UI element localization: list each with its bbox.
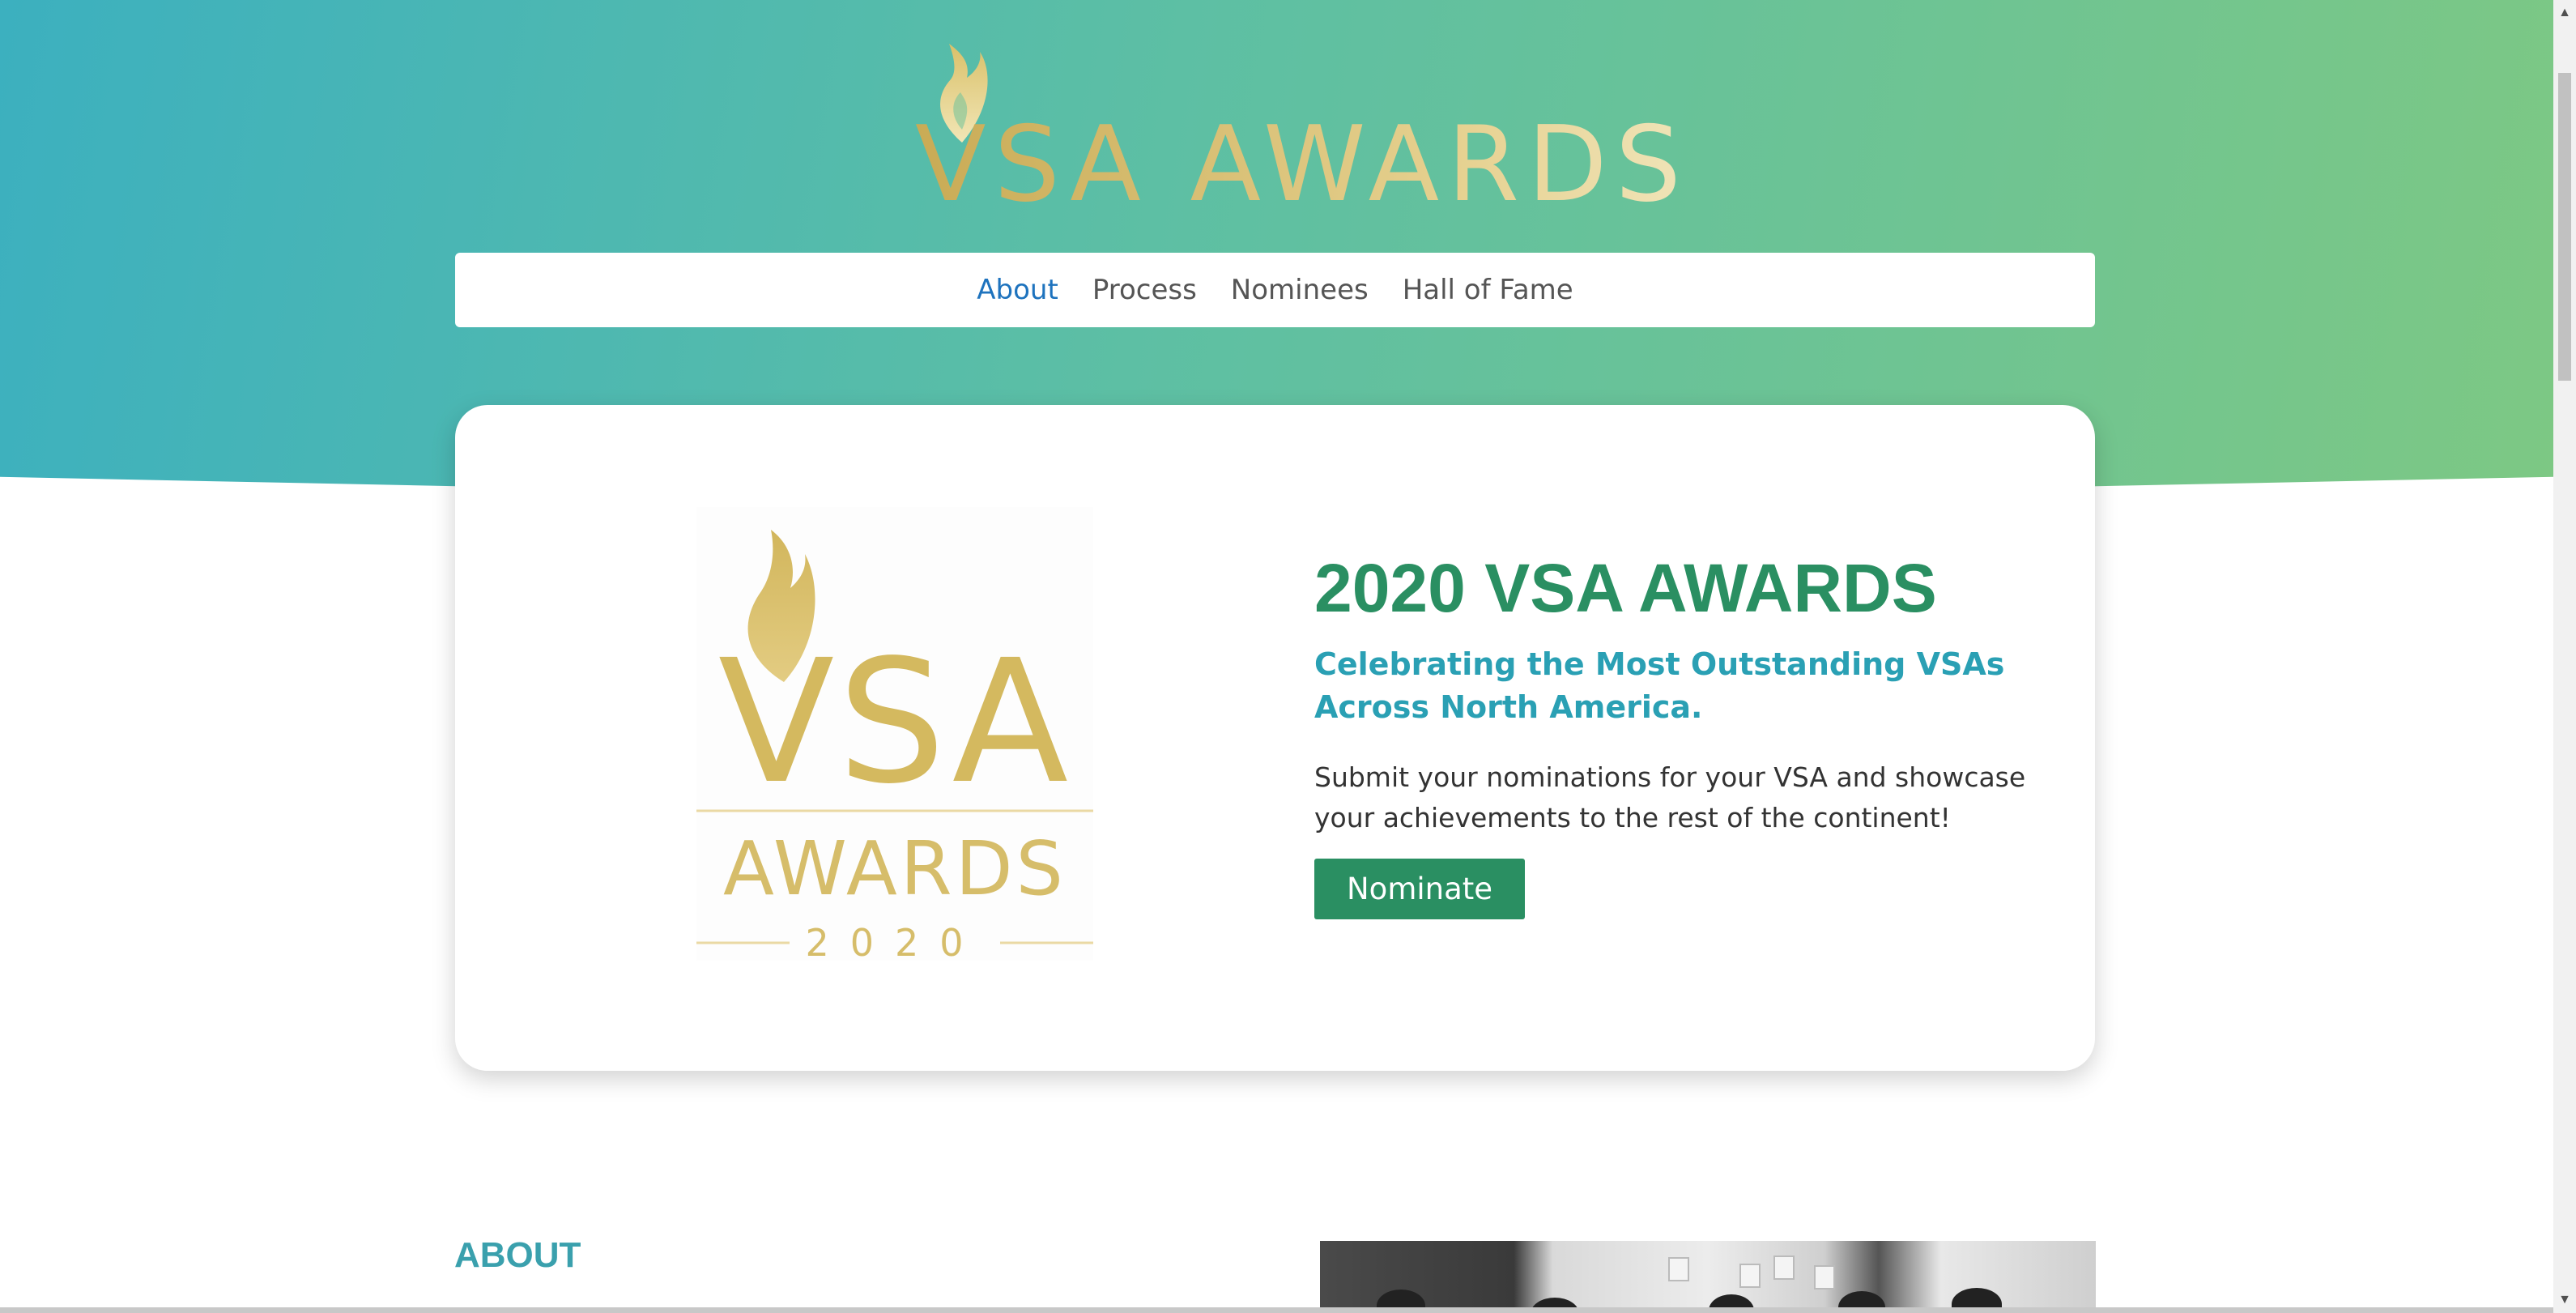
nav-item-process[interactable]: Process: [1092, 274, 1197, 306]
vsa-awards-2020-logo: VSA AWARDS 2020: [696, 507, 1093, 961]
about-photo: [1320, 1241, 2096, 1313]
triangle-up-icon[interactable]: ▲: [2553, 0, 2576, 26]
site-logo[interactable]: VSA AWARDS: [907, 32, 1681, 217]
card-logo-line1: VSA: [718, 623, 1072, 821]
hero-text: 2020 VSA AWARDS Celebrating the Most Out…: [1314, 551, 2027, 919]
bottom-divider: [0, 1307, 2553, 1313]
about-heading: ABOUT: [454, 1235, 581, 1275]
hero-description: Submit your nominations for your VSA and…: [1314, 761, 2026, 834]
page: VSA AWARDS About Process Nominees Hall o…: [0, 0, 2576, 1313]
nav-item-nominees[interactable]: Nominees: [1231, 274, 1369, 306]
triangle-down-icon[interactable]: ▼: [2553, 1287, 2576, 1313]
vertical-scrollbar[interactable]: ▲ ▼: [2553, 0, 2576, 1313]
nav-item-hall-of-fame[interactable]: Hall of Fame: [1403, 274, 1573, 306]
hero-subtitle: Celebrating the Most Outstanding VSAs Ac…: [1314, 646, 2005, 725]
scrollbar-thumb[interactable]: [2558, 73, 2571, 381]
nominate-button[interactable]: Nominate: [1314, 858, 1526, 919]
hero-title: 2020 VSA AWARDS: [1314, 550, 1937, 626]
nav-item-about[interactable]: About: [977, 274, 1058, 306]
card-logo-line2: AWARDS: [723, 825, 1067, 912]
main-nav: About Process Nominees Hall of Fame: [455, 253, 2095, 327]
card-logo-year: 2020: [805, 921, 984, 961]
logo-wordmark: VSA AWARDS: [915, 104, 1689, 225]
hero-card: VSA AWARDS 2020 2020 VSA AWARDS Celebrat…: [455, 405, 2095, 1071]
